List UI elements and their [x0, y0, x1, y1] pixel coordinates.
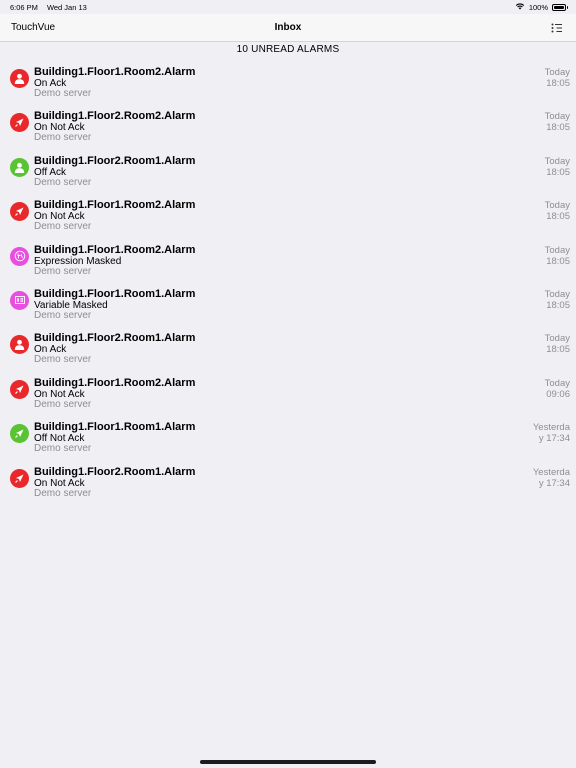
status-date: Wed Jan 13 [46, 3, 87, 12]
alarm-time: 18:05 [546, 78, 570, 89]
alarm-row[interactable]: Building1.Floor1.Room2.Alarm On Not Ack De… [0, 373, 576, 417]
alarm-day: Yesterda [532, 422, 570, 434]
alarm-server: Demo server [34, 265, 92, 277]
alarm-day: Today [544, 111, 570, 123]
alarm-timestamp: Today 18:05 [530, 111, 570, 133]
alarm-server: Demo server [34, 354, 92, 366]
alarm-name: Building1.Floor2.Room1.Alarm [34, 465, 196, 478]
alarm-row[interactable]: Building1.Floor2.Room2.Alarm On Not Ack De… [0, 106, 576, 150]
alarm-name: Building1.Floor1.Room2.Alarm [34, 243, 196, 256]
bell-icon [10, 468, 29, 488]
alarm-server: Demo server [34, 176, 92, 188]
expression-icon [10, 246, 29, 266]
home-indicator[interactable] [200, 760, 376, 764]
alarm-timestamp: Today 18:05 [530, 289, 570, 311]
alarm-timestamp: Today 18:05 [530, 245, 570, 267]
alarm-server: Demo server [34, 88, 92, 99]
alarm-time: 18:05 [546, 299, 570, 311]
alarm-day: Today [544, 200, 570, 212]
alarm-day: Today [544, 288, 570, 300]
alarm-row[interactable]: Building1.Floor1.Room2.Alarm On Ack Demo s… [0, 62, 576, 106]
alarm-timestamp: Today 18:05 [530, 333, 570, 355]
status-bar: 6:06 PM Wed Jan 13 100% [0, 0, 576, 14]
alarm-row[interactable]: Building1.Floor2.Room1.Alarm Off Ack Demo … [0, 151, 576, 195]
wifi-icon [515, 2, 525, 12]
page-title: Inbox [274, 22, 302, 33]
alarm-day: Today [544, 244, 570, 256]
alarm-server: Demo server [34, 398, 92, 410]
alarm-name: Building1.Floor1.Room1.Alarm [34, 421, 196, 434]
alarm-server: Demo server [34, 443, 92, 455]
alarm-server: Demo server [34, 221, 92, 233]
alarm-timestamp: Today 18:05 [530, 200, 570, 222]
variable-icon [10, 290, 29, 310]
alarm-day: Today [544, 67, 570, 78]
bell-icon [10, 379, 29, 399]
alarm-name: Building1.Floor1.Room1.Alarm [34, 287, 196, 300]
alarm-name: Building1.Floor1.Room2.Alarm [34, 66, 196, 78]
alarm-timestamp: Today 18:05 [530, 67, 570, 89]
alarm-name: Building1.Floor1.Room2.Alarm [34, 199, 196, 212]
alarm-name: Building1.Floor2.Room2.Alarm [34, 110, 196, 123]
alarm-time: y 17:34 [538, 477, 570, 489]
bell-icon [10, 202, 29, 222]
alarm-timestamp: Yesterda y 17:34 [530, 467, 570, 489]
alarm-name: Building1.Floor2.Room1.Alarm [34, 332, 196, 345]
list-filter-icon[interactable] [551, 21, 563, 33]
alarm-timestamp: Yesterda y 17:34 [530, 422, 570, 444]
alarm-row[interactable]: Building1.Floor1.Room2.Alarm On Not Ack De… [0, 195, 576, 239]
section-header: 10 UNREAD ALARMS [236, 44, 340, 55]
bell-icon [10, 424, 29, 444]
alarm-timestamp: Today 09:06 [530, 378, 570, 400]
alarm-time: 18:05 [546, 255, 570, 267]
alarm-time: 18:05 [546, 344, 570, 356]
alarm-row[interactable]: Building1.Floor2.Room1.Alarm On Not Ack De… [0, 462, 576, 506]
alarm-row[interactable]: Building1.Floor1.Room1.Alarm Off Not Ack D… [0, 417, 576, 461]
alarm-row[interactable]: Building1.Floor1.Room1.Alarm Variable Mas… [0, 284, 576, 328]
status-time: 6:06 PM [10, 3, 38, 12]
alarm-name: Building1.Floor2.Room1.Alarm [34, 154, 196, 167]
alarm-time: y 17:34 [538, 433, 570, 445]
alarm-row[interactable]: Building1.Floor2.Room1.Alarm On Ack Demo s… [0, 328, 576, 372]
alarm-server: Demo server [34, 487, 92, 499]
alarm-time: 18:05 [546, 122, 570, 134]
battery-icon [552, 3, 568, 11]
alarm-timestamp: Today 18:05 [530, 156, 570, 178]
alarm-day: Today [544, 333, 570, 345]
alarm-name: Building1.Floor1.Room2.Alarm [34, 376, 196, 389]
alarm-day: Today [544, 377, 570, 389]
alarm-day: Yesterda [532, 466, 570, 478]
person-icon [10, 335, 29, 355]
alarm-day: Today [544, 155, 570, 167]
alarm-time: 09:06 [546, 388, 570, 400]
battery-percent: 100% [528, 2, 548, 12]
alarm-time: 18:05 [546, 211, 570, 223]
alarm-time: 18:05 [546, 166, 570, 178]
bell-icon [10, 113, 29, 133]
person-icon [10, 157, 29, 177]
alarm-list: Building1.Floor1.Room2.Alarm On Ack Demo s… [0, 62, 576, 506]
person-icon [10, 69, 29, 88]
navigation-bar: TouchVue Inbox [0, 14, 576, 42]
alarm-server: Demo server [34, 132, 92, 144]
alarm-server: Demo server [34, 309, 92, 321]
alarm-row[interactable]: Building1.Floor1.Room2.Alarm Expression M… [0, 240, 576, 284]
